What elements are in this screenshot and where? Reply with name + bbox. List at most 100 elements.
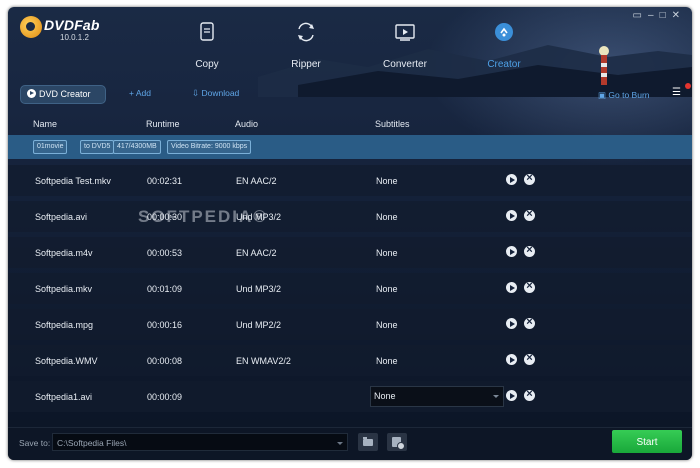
play-icon[interactable]	[506, 354, 517, 365]
file-subtitles[interactable]: None	[376, 212, 398, 222]
window-controls[interactable]: ▭–□✕	[633, 10, 686, 21]
file-runtime: 00:00:08	[147, 356, 183, 366]
download-button[interactable]: ⇩ Download	[192, 88, 239, 99]
remove-icon[interactable]	[524, 388, 535, 401]
maximize-icon[interactable]: □	[660, 10, 672, 21]
app-window: DVDFab 10.0.1.2 ▭–□✕ Copy Ripper Convert…	[8, 7, 692, 460]
mode-selector[interactable]: DVD Creator	[20, 85, 106, 104]
bitrate-chip[interactable]: Video Bitrate: 9000 kbps	[167, 140, 252, 154]
save-path-field[interactable]: C:\Softpedia Files\	[52, 433, 348, 451]
output-info-bar: 01movie to DVD5 417/4300MB Video Bitrate…	[8, 135, 692, 159]
remove-icon[interactable]	[524, 280, 535, 293]
header: DVDFab 10.0.1.2 ▭–□✕ Copy Ripper Convert…	[8, 7, 692, 97]
browse-folder-button[interactable]	[358, 433, 378, 451]
file-runtime: 00:00:09	[147, 392, 183, 402]
play-circle-icon	[27, 89, 36, 98]
mode-label: DVD Creator	[39, 89, 91, 99]
subtitle-value: None	[374, 391, 396, 401]
remove-icon[interactable]	[524, 244, 535, 257]
list-icon[interactable]: ☰	[672, 87, 681, 98]
tab-label: Creator	[487, 59, 521, 70]
add-button[interactable]: + Add	[129, 88, 151, 98]
dvdfab-logo-icon	[20, 16, 42, 38]
play-icon[interactable]	[506, 246, 517, 257]
file-subtitles[interactable]: None	[376, 248, 398, 258]
skin-icon[interactable]: ▭	[633, 10, 648, 21]
tab-label: Converter	[383, 59, 427, 70]
remove-icon[interactable]	[524, 352, 535, 365]
close-icon[interactable]: ✕	[672, 10, 686, 21]
file-runtime: 00:00:16	[147, 320, 183, 330]
table-row[interactable]: Softpedia.avi 00:00:30 Und MP3/2 None	[8, 201, 692, 232]
file-audio[interactable]: EN AAC/2	[236, 248, 277, 258]
save-path-value: C:\Softpedia Files\	[57, 438, 127, 448]
remove-icon[interactable]	[524, 316, 535, 329]
plus-icon: +	[129, 88, 136, 98]
tab-creator[interactable]: Creator	[464, 21, 544, 81]
creator-icon	[495, 23, 513, 41]
minimize-icon[interactable]: –	[648, 10, 660, 21]
table-row[interactable]: Softpedia.mkv 00:01:09 Und MP3/2 None	[8, 273, 692, 304]
file-audio[interactable]: Und MP3/2	[236, 284, 281, 294]
play-icon[interactable]	[506, 282, 517, 293]
file-name: Softpedia Test.mkv	[35, 176, 111, 186]
subtitle-dropdown[interactable]: None	[370, 386, 504, 407]
burn-label: Go to Burn	[608, 90, 650, 100]
tab-converter[interactable]: Converter	[365, 21, 445, 81]
tab-label: Copy	[195, 59, 219, 70]
start-button[interactable]: Start	[612, 430, 682, 453]
file-audio[interactable]: EN WMAV2/2	[236, 356, 291, 366]
file-subtitles[interactable]: None	[376, 176, 398, 186]
title-count-chip[interactable]: 01movie	[33, 140, 68, 154]
col-name[interactable]: Name	[33, 119, 57, 129]
table-row[interactable]: Softpedia.m4v 00:00:53 EN AAC/2 None	[8, 237, 692, 268]
table-row[interactable]: Softpedia.mpg 00:00:16 Und MP2/2 None	[8, 309, 692, 340]
file-subtitles[interactable]: None	[376, 284, 398, 294]
app-name: DVDFab	[44, 17, 100, 33]
tab-copy[interactable]: Copy	[167, 21, 247, 81]
file-runtime: 00:01:09	[147, 284, 183, 294]
app-version: 10.0.1.2	[60, 33, 89, 42]
chevron-down-icon[interactable]	[337, 442, 343, 445]
save-to-label: Save to:	[19, 438, 51, 448]
ripper-icon	[298, 22, 314, 42]
col-runtime[interactable]: Runtime	[146, 119, 180, 129]
folder-icon	[363, 437, 373, 446]
table-row[interactable]: Softpedia.WMV 00:00:08 EN WMAV2/2 None	[8, 345, 692, 376]
table-row[interactable]: Softpedia1.avi 00:00:09 None	[8, 381, 692, 412]
remove-icon[interactable]	[524, 208, 535, 221]
converter-icon	[395, 24, 415, 41]
toolbar: DVD Creator + Add ⇩ Download ▣ Go to Bur…	[8, 83, 692, 109]
play-icon[interactable]	[506, 174, 517, 185]
tab-ripper[interactable]: Ripper	[266, 21, 346, 81]
file-name: Softpedia.mpg	[35, 320, 94, 330]
col-subtitles[interactable]: Subtitles	[375, 119, 410, 129]
play-icon[interactable]	[506, 390, 517, 401]
download-label: Download	[201, 88, 240, 98]
footer: Save to: C:\Softpedia Files\ Start	[8, 427, 692, 460]
add-label: Add	[135, 88, 151, 98]
remove-icon[interactable]	[524, 172, 535, 185]
file-audio[interactable]: EN AAC/2	[236, 176, 277, 186]
file-name: Softpedia.avi	[35, 212, 88, 222]
col-audio[interactable]: Audio	[235, 119, 258, 129]
iso-button[interactable]	[387, 433, 407, 451]
burn-button[interactable]: ▣ Go to Burn	[598, 90, 650, 101]
play-icon[interactable]	[506, 318, 517, 329]
table-row[interactable]: Softpedia Test.mkv 00:02:31 EN AAC/2 Non…	[8, 165, 692, 196]
file-name: Softpedia.mkv	[35, 284, 93, 294]
file-subtitles[interactable]: None	[376, 356, 398, 366]
file-name: Softpedia.WMV	[35, 356, 98, 366]
file-name: Softpedia1.avi	[35, 392, 93, 402]
play-icon[interactable]	[506, 210, 517, 221]
column-headers: Name Runtime Audio Subtitles	[8, 111, 692, 135]
output-format-chip[interactable]: to DVD5	[80, 140, 115, 154]
burn-icon: ▣	[598, 90, 609, 100]
iso-icon	[392, 437, 405, 450]
file-name: Softpedia.m4v	[35, 248, 93, 258]
copy-icon	[200, 22, 214, 41]
file-runtime: 00:00:53	[147, 248, 183, 258]
size-chip[interactable]: 417/4300MB	[113, 140, 161, 154]
file-subtitles[interactable]: None	[376, 320, 398, 330]
file-audio[interactable]: Und MP2/2	[236, 320, 281, 330]
